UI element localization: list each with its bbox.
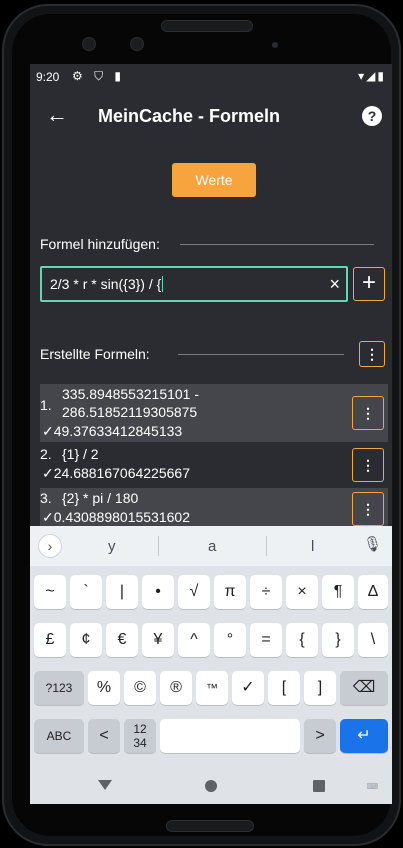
status-system-icons: ▾◢▮ bbox=[358, 69, 386, 83]
nav-recents-icon[interactable] bbox=[313, 780, 325, 792]
key[interactable]: ¶ bbox=[322, 575, 354, 609]
key[interactable]: < bbox=[88, 719, 120, 753]
key[interactable]: × bbox=[286, 575, 318, 609]
divider bbox=[178, 354, 344, 355]
key[interactable]: ∆ bbox=[358, 575, 388, 609]
formula-text: {1} / 2 bbox=[62, 446, 99, 462]
formula-text-cont: 286.51852119305875 bbox=[62, 404, 198, 420]
front-sensor bbox=[130, 37, 144, 51]
symbols-toggle-key[interactable]: ?123 bbox=[34, 671, 84, 705]
space-bar[interactable] bbox=[160, 719, 300, 753]
created-formulas-label: Erstellte Formeln: bbox=[40, 346, 150, 362]
key[interactable]: ¥ bbox=[142, 623, 174, 657]
page-title: MeinCache - Formeln bbox=[98, 106, 281, 126]
formula-number: 2. bbox=[40, 446, 52, 462]
help-icon[interactable]: ? bbox=[362, 106, 382, 126]
suggestion[interactable]: l bbox=[311, 538, 314, 555]
suggestion-strip: › y a l 🎙 bbox=[30, 526, 392, 566]
formula-text: {2} * pi / 180 bbox=[62, 490, 139, 506]
abc-toggle-key[interactable]: ABC bbox=[34, 719, 84, 753]
status-bar: 9:20 ⚙ ⛉ ▮ ▾◢▮ bbox=[30, 64, 392, 90]
soft-keyboard: › y a l 🎙 ~ ` | • √ π ÷ × ¶ ∆ £ ¢ € ¥ ^ … bbox=[30, 526, 392, 804]
key[interactable]: \ bbox=[358, 623, 388, 657]
backspace-icon[interactable]: ⌫ bbox=[340, 671, 388, 705]
divider bbox=[266, 536, 267, 556]
key[interactable]: > bbox=[304, 719, 336, 753]
suggestion[interactable]: a bbox=[208, 538, 216, 555]
chevron-right-icon[interactable]: › bbox=[38, 534, 62, 558]
key[interactable]: ™ bbox=[196, 671, 228, 705]
key[interactable]: ® bbox=[160, 671, 192, 705]
nav-back-icon[interactable] bbox=[98, 780, 112, 790]
formula-text: 335.8948553215101 - bbox=[62, 386, 200, 402]
key[interactable]: | bbox=[106, 575, 138, 609]
key[interactable]: } bbox=[322, 623, 354, 657]
key[interactable]: π bbox=[214, 575, 246, 609]
formula-input[interactable]: 2/3 * r * sin({3}) / { × bbox=[40, 266, 348, 302]
key[interactable]: ^ bbox=[178, 623, 210, 657]
enter-icon[interactable]: ↵ bbox=[340, 719, 388, 753]
formula-row[interactable]: 1. 335.8948553215101 - 286.5185211930587… bbox=[40, 384, 388, 442]
formula-menu-button[interactable]: ⋮ bbox=[352, 448, 384, 482]
numpad-key[interactable]: 12 34 bbox=[124, 719, 156, 753]
formulas-menu-button[interactable]: ⋮ bbox=[359, 341, 385, 367]
formula-menu-button[interactable]: ⋮ bbox=[352, 492, 384, 526]
key[interactable]: = bbox=[250, 623, 282, 657]
formula-row[interactable]: 3. {2} * pi / 180 ✓0.4308898015531602 ⋮ bbox=[40, 488, 388, 528]
status-time: 9:20 bbox=[36, 70, 60, 84]
bottom-speaker bbox=[166, 820, 254, 832]
key[interactable]: ¢ bbox=[70, 623, 102, 657]
werte-button[interactable]: Werte bbox=[172, 163, 256, 197]
microphone-icon[interactable]: 🎙 bbox=[363, 535, 382, 553]
formula-result: ✓0.4308898015531602 bbox=[42, 509, 190, 525]
formula-menu-button[interactable]: ⋮ bbox=[352, 396, 384, 430]
proximity-sensor bbox=[272, 42, 278, 48]
key[interactable]: ] bbox=[304, 671, 336, 705]
formula-result: ✓24.688167064225667 bbox=[42, 465, 190, 481]
front-camera bbox=[82, 37, 96, 51]
top-speaker bbox=[161, 20, 253, 32]
key[interactable]: © bbox=[124, 671, 156, 705]
suggestion[interactable]: y bbox=[108, 538, 116, 555]
add-formula-label: Formel hinzufügen: bbox=[40, 236, 160, 252]
key[interactable]: • bbox=[142, 575, 174, 609]
key[interactable]: % bbox=[88, 671, 120, 705]
formula-number: 1. bbox=[40, 397, 52, 413]
key[interactable]: ° bbox=[214, 623, 246, 657]
formula-input-value[interactable]: 2/3 * r * sin({3}) / { bbox=[50, 276, 164, 292]
formula-number: 3. bbox=[40, 490, 52, 506]
key[interactable]: { bbox=[286, 623, 318, 657]
status-notification-icons: ⚙ ⛉ ▮ bbox=[72, 69, 126, 83]
key[interactable]: ~ bbox=[34, 575, 66, 609]
nav-home-icon[interactable] bbox=[205, 780, 217, 792]
app-bar: ← MeinCache - Formeln ? bbox=[30, 90, 392, 146]
clear-icon[interactable]: × bbox=[329, 274, 340, 294]
add-formula-button[interactable]: + bbox=[353, 267, 385, 301]
text-cursor bbox=[162, 276, 164, 292]
key[interactable]: £ bbox=[34, 623, 66, 657]
formula-result: ✓49.37633412845133 bbox=[42, 423, 183, 439]
key[interactable]: ÷ bbox=[250, 575, 282, 609]
keyboard-switch-icon[interactable]: ⌨ bbox=[366, 782, 378, 791]
divider bbox=[180, 244, 374, 245]
formula-row[interactable]: 2. {1} / 2 ✓24.688167064225667 ⋮ bbox=[40, 444, 388, 486]
app-screen: 9:20 ⚙ ⛉ ▮ ▾◢▮ ← MeinCache - Formeln ? W… bbox=[30, 64, 392, 804]
system-nav-bar: ⌨ bbox=[30, 770, 392, 804]
key[interactable]: [ bbox=[268, 671, 300, 705]
key[interactable]: € bbox=[106, 623, 138, 657]
key[interactable]: ` bbox=[70, 575, 102, 609]
divider bbox=[158, 536, 159, 556]
back-arrow-icon[interactable]: ← bbox=[46, 104, 68, 126]
key[interactable]: √ bbox=[178, 575, 210, 609]
key[interactable]: ✓ bbox=[232, 671, 264, 705]
